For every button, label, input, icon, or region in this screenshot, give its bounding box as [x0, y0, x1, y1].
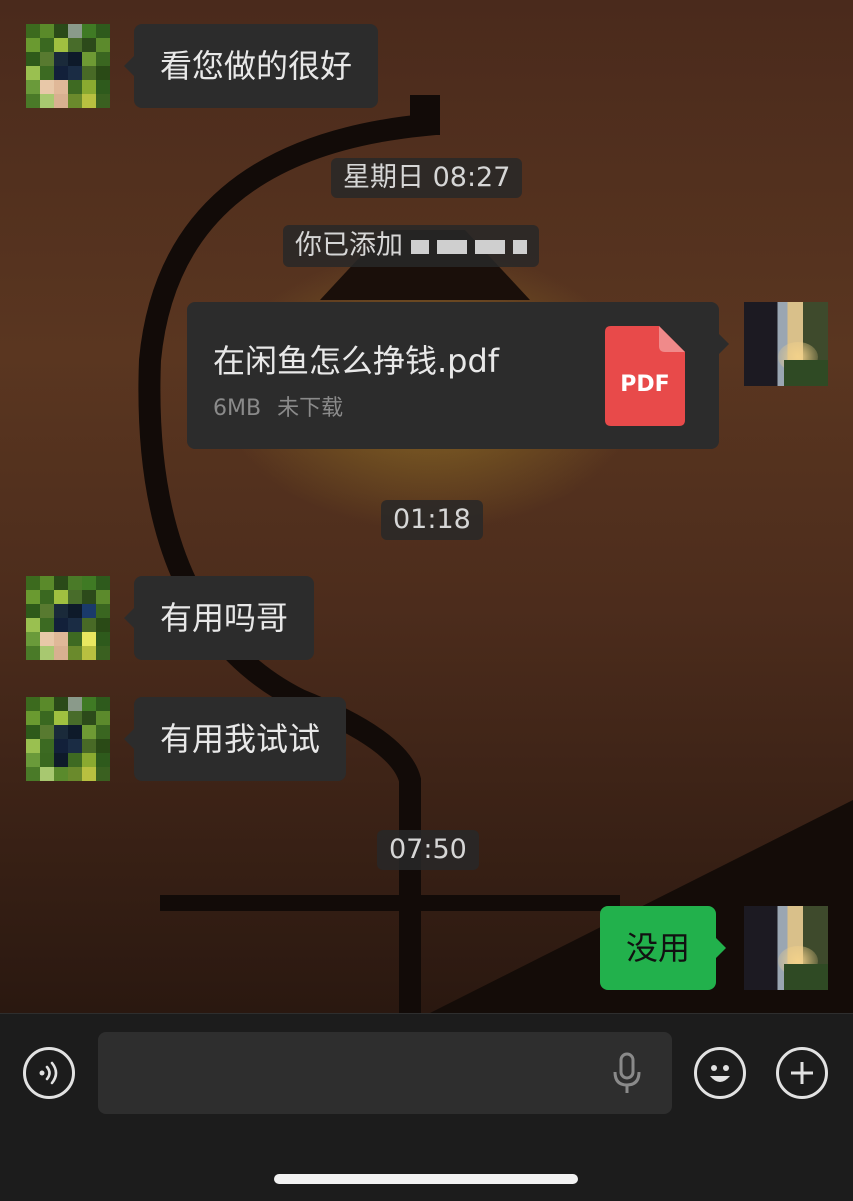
- message-text-input[interactable]: [98, 1032, 672, 1114]
- incoming-message-bubble[interactable]: 看您做的很好: [123, 24, 379, 108]
- voice-toggle-button[interactable]: [23, 1047, 75, 1099]
- outgoing-message-bubble[interactable]: 没用: [600, 906, 727, 990]
- redacted-block: [411, 239, 429, 254]
- contact-avatar[interactable]: [26, 24, 110, 108]
- redacted-block: [513, 239, 527, 254]
- timestamp-pill: 07:50: [377, 830, 479, 870]
- self-avatar[interactable]: [744, 906, 828, 990]
- file-name: 在闲鱼怎么挣钱.pdf: [213, 342, 500, 380]
- file-message-card[interactable]: 在闲鱼怎么挣钱.pdf 6MB 未下载 PDF: [187, 302, 729, 449]
- message-text: 没用: [626, 929, 691, 967]
- redacted-block: [437, 239, 467, 254]
- redacted-block: [475, 239, 505, 254]
- voice-toggle-icon: [39, 1061, 58, 1085]
- message-text: 看您做的很好: [160, 47, 353, 85]
- pixelated-avatar-image: [26, 24, 110, 108]
- incoming-message-bubble[interactable]: 有用我试试: [123, 697, 347, 781]
- pixelated-avatar-image: [26, 576, 110, 660]
- chat-background: 看您做的很好 星期日 08:27 你已添加 在闲鱼怎么挣钱.pdf 6MB 未下载…: [0, 0, 853, 1013]
- message-input-bar: [0, 1013, 853, 1201]
- contact-avatar[interactable]: [26, 697, 110, 781]
- more-options-button[interactable]: [776, 1047, 828, 1099]
- contact-avatar[interactable]: [26, 576, 110, 660]
- microphone-button[interactable]: [610, 1052, 644, 1096]
- message-text: 有用吗哥: [160, 599, 289, 637]
- pdf-file-icon: PDF: [605, 326, 685, 426]
- timestamp-pill: 星期日 08:27: [331, 158, 523, 198]
- file-meta: 6MB 未下载: [213, 390, 343, 422]
- plus-icon: [791, 1062, 813, 1084]
- emoji-icon: [710, 1065, 730, 1082]
- microphone-icon: [613, 1052, 641, 1093]
- emoji-button[interactable]: [694, 1047, 746, 1099]
- message-text: 有用我试试: [160, 720, 321, 758]
- pdf-type-label: PDF: [620, 372, 670, 397]
- file-size: 6MB: [213, 396, 262, 421]
- incoming-message-bubble[interactable]: 有用吗哥: [123, 576, 315, 660]
- pixelated-avatar-image: [26, 697, 110, 781]
- self-avatar[interactable]: [744, 302, 828, 386]
- file-download-status: 未下载: [277, 396, 344, 421]
- timestamp-pill: 01:18: [381, 500, 483, 540]
- system-notice: 你已添加: [283, 225, 539, 267]
- system-notice-text: 你已添加: [295, 230, 403, 261]
- home-indicator[interactable]: [274, 1174, 578, 1184]
